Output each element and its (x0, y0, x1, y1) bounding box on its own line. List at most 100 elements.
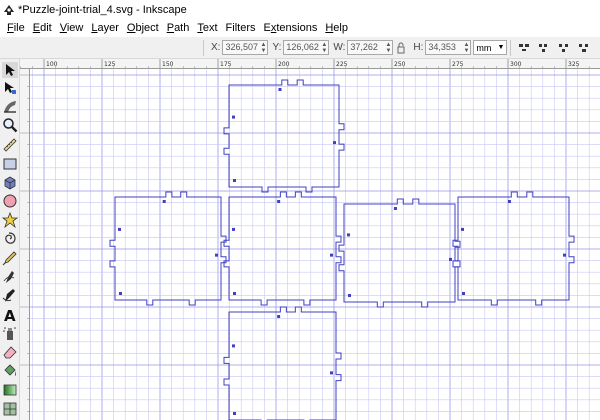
puzzle-outline[interactable] (223, 306, 342, 420)
w-spinner[interactable]: ▲ ▼ (385, 42, 392, 54)
mesh-tool-icon[interactable] (2, 401, 18, 417)
eraser-tool-icon[interactable] (2, 344, 18, 360)
puzzle-marker (232, 115, 235, 119)
menu-extensions[interactable]: Extensions (260, 19, 322, 37)
vertical-ruler[interactable] (20, 69, 30, 420)
menu-layer[interactable]: Layer (87, 19, 123, 37)
menu-help[interactable]: Help (321, 19, 352, 37)
puzzle-outline[interactable] (223, 191, 342, 306)
chevron-down-icon: ▼ (497, 44, 505, 51)
puzzle-piece-top[interactable] (223, 79, 345, 193)
puzzle-marker (232, 227, 235, 231)
bucket-tool-icon[interactable] (2, 363, 18, 379)
puzzle-piece-center[interactable] (223, 191, 342, 306)
puzzle-outline[interactable] (109, 191, 227, 306)
h-label: H: (413, 42, 424, 53)
3dbox-tool-icon[interactable] (2, 175, 18, 191)
gradient-tool-icon[interactable] (2, 382, 18, 398)
puzzle-marker (232, 344, 235, 348)
y-spinner[interactable]: ▲ ▼ (321, 42, 328, 54)
puzzle-piece-left[interactable] (109, 191, 227, 306)
puzzle-marker (118, 227, 121, 231)
toolbox: A (0, 59, 20, 420)
puzzle-marker (563, 253, 566, 257)
select-tool-icon[interactable] (2, 62, 18, 78)
h-field[interactable]: 34,353 ▲ ▼ (425, 40, 472, 55)
x-label: X: (211, 42, 221, 53)
node-tool-icon[interactable] (2, 80, 18, 96)
puzzle-outline[interactable] (452, 191, 575, 306)
tweak-tool-icon[interactable] (2, 98, 18, 114)
text-tool-icon[interactable]: A (2, 307, 18, 323)
menu-filters[interactable]: Filters (222, 19, 260, 37)
ruler-tick-label: 175 (220, 61, 232, 68)
spray-tool-icon[interactable] (2, 325, 18, 341)
puzzle-marker (348, 294, 351, 297)
ruler-tick-label: 325 (568, 61, 580, 68)
puzzle-marker (233, 179, 236, 182)
menu-object[interactable]: Object (123, 19, 163, 37)
puzzle-marker (277, 200, 281, 203)
title-bar: *Puzzle-joint-trial_4.svg - Inkscape (0, 0, 600, 19)
spiral-tool-icon[interactable] (2, 231, 18, 247)
calligraphy-tool-icon[interactable] (2, 288, 18, 304)
menu-file[interactable]: File (3, 19, 29, 37)
canvas-drawing[interactable] (30, 69, 600, 420)
ruler-tick-label: 150 (162, 61, 174, 68)
pen-tool-icon[interactable] (2, 269, 18, 285)
ruler-tick-label: 225 (336, 61, 348, 68)
menu-text[interactable]: Text (193, 19, 221, 37)
rect-tool-icon[interactable] (2, 156, 18, 172)
svg-text:A: A (4, 307, 16, 323)
tool-controls-bar: X: 326,507 ▲ ▼ Y: 126,062 ▲ ▼ W: 37,262 ▲ ▼ H:… (0, 37, 600, 59)
ruler-tick-label: 125 (104, 61, 116, 68)
puzzle-marker (462, 292, 465, 295)
puzzle-marker (507, 200, 511, 203)
y-field[interactable]: 126,062 ▲ ▼ (283, 40, 330, 55)
menu-edit[interactable]: Edit (29, 19, 56, 37)
toolbar-separator (510, 39, 512, 56)
scale-stroke-icon[interactable] (515, 39, 533, 57)
ruler-tick-label: 250 (394, 61, 406, 68)
zoom-tool-icon[interactable] (2, 117, 18, 133)
w-label: W: (333, 42, 346, 53)
drawing-canvas[interactable] (30, 69, 600, 420)
move-patterns-icon[interactable] (575, 39, 593, 57)
pencil-tool-icon[interactable] (2, 250, 18, 266)
vertical-ruler-ticks (20, 74, 29, 412)
scale-corners-icon[interactable] (535, 39, 553, 57)
puzzle-marker (347, 233, 350, 237)
unit-select[interactable]: mm ▼ (473, 40, 508, 55)
ruler-tick-label: 300 (510, 61, 522, 68)
puzzle-marker (330, 371, 333, 375)
puzzle-marker (215, 253, 218, 257)
menu-view[interactable]: View (56, 19, 88, 37)
puzzle-marker (461, 227, 464, 231)
measure-tool-icon[interactable] (2, 137, 18, 153)
y-value: 126,062 (286, 42, 319, 52)
toolbar-separator (203, 39, 204, 56)
puzzle-marker (233, 412, 236, 415)
ruler-tick-label: 200 (278, 61, 290, 68)
x-spinner[interactable]: ▲ ▼ (261, 42, 268, 54)
puzzle-marker (119, 292, 122, 295)
lock-ratio-icon[interactable] (396, 42, 406, 54)
puzzle-marker (393, 207, 397, 210)
horizontal-ruler[interactable]: 1001251501752002252502753003253503754004… (20, 59, 600, 69)
move-gradients-icon[interactable] (555, 39, 573, 57)
h-spinner[interactable]: ▲ ▼ (463, 42, 470, 54)
puzzle-marker (330, 253, 333, 257)
w-field[interactable]: 37,262 ▲ ▼ (347, 40, 394, 55)
ellipse-tool-icon[interactable] (2, 193, 18, 209)
puzzle-outline[interactable] (223, 79, 345, 193)
horizontal-ruler-ticks: 1001251501752002252502753003253503754004… (20, 59, 590, 68)
puzzle-marker (233, 292, 236, 295)
star-tool-icon[interactable] (2, 212, 18, 228)
puzzle-piece-far-right[interactable] (452, 191, 575, 306)
menu-path[interactable]: Path (163, 19, 194, 37)
y-label: Y: (272, 42, 282, 53)
puzzle-marker (162, 200, 166, 203)
x-field[interactable]: 326,507 ▲ ▼ (222, 40, 269, 55)
puzzle-marker (333, 141, 336, 145)
puzzle-piece-bottom[interactable] (223, 306, 342, 420)
